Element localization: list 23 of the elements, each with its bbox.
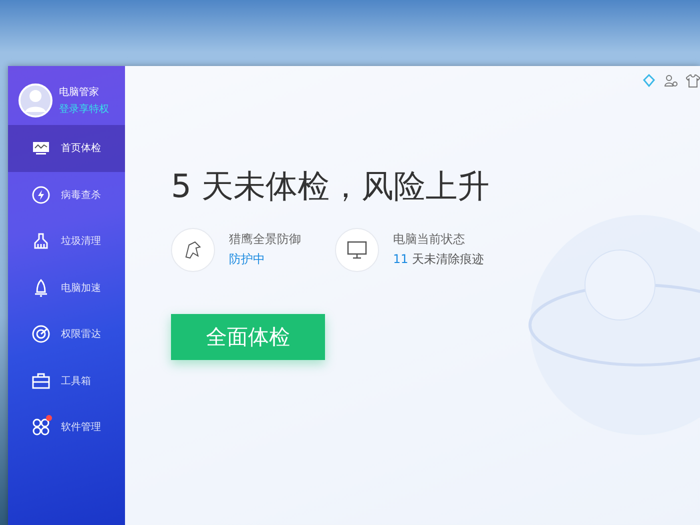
headline: 5 天未体检，风险上升 <box>171 166 491 207</box>
radar-icon <box>31 324 51 344</box>
nav-item[interactable]: 病毒查杀 <box>8 172 125 218</box>
status-value: 11 天未清除痕迹 <box>393 251 484 268</box>
status-title: 猎鹰全景防御 <box>229 231 301 248</box>
app-name: 电脑管家 <box>59 86 100 98</box>
avatar-icon <box>18 82 53 118</box>
nav-item[interactable]: 权限雷达 <box>8 311 125 358</box>
status-title: 电脑当前状态 <box>393 231 466 248</box>
nav-item[interactable]: 首页体检 <box>8 125 125 172</box>
monitor-icon <box>335 228 379 272</box>
toolbox-icon <box>31 370 51 391</box>
shirt-icon[interactable] <box>686 74 700 88</box>
skin-icon[interactable] <box>642 74 656 88</box>
login-link[interactable]: 登录享特权 <box>59 102 109 116</box>
nav-item[interactable]: 垃圾清理 <box>8 218 125 264</box>
lightning-icon <box>31 184 51 205</box>
user-icon[interactable] <box>664 74 678 88</box>
clover-icon <box>31 417 51 438</box>
status-value: 防护中 <box>229 251 266 268</box>
nav-item[interactable]: 软件管理 <box>8 404 125 450</box>
nav-item[interactable]: 电脑加速 <box>8 264 125 311</box>
nav-item[interactable]: 工具箱 <box>8 358 125 404</box>
